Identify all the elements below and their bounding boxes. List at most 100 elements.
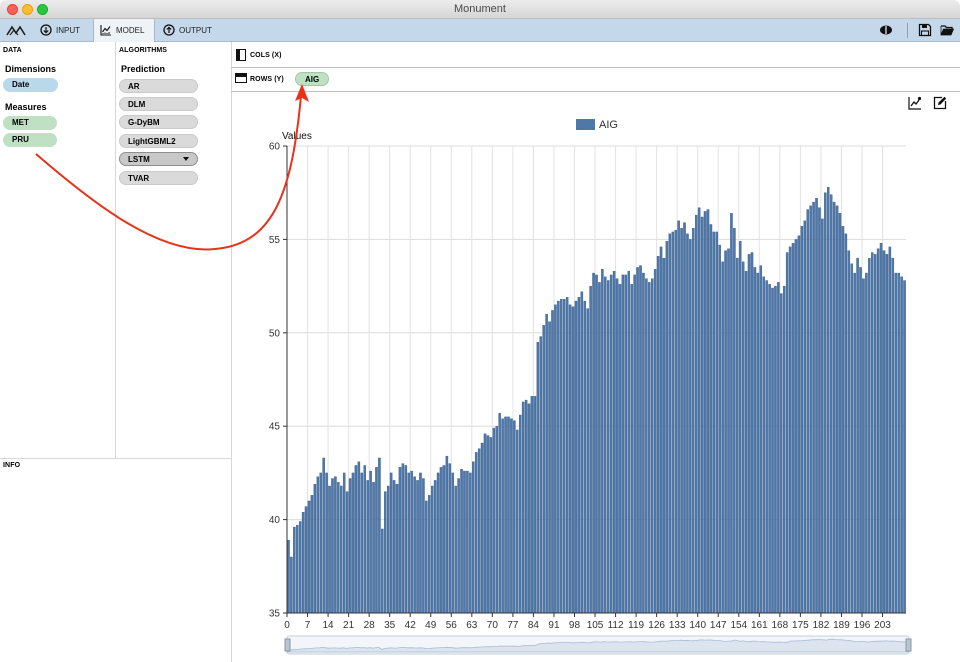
- bar[interactable]: [474, 452, 478, 614]
- bar[interactable]: [451, 472, 455, 614]
- bar[interactable]: [824, 192, 827, 614]
- bar[interactable]: [821, 218, 824, 614]
- bar[interactable]: [445, 455, 449, 614]
- bar[interactable]: [381, 528, 384, 614]
- algorithm-tvar[interactable]: TVAR: [119, 171, 198, 185]
- bar[interactable]: [692, 228, 695, 614]
- bar[interactable]: [583, 300, 587, 614]
- bar[interactable]: [862, 278, 865, 614]
- bar[interactable]: [325, 472, 328, 614]
- bar[interactable]: [337, 482, 340, 614]
- bar[interactable]: [609, 274, 613, 614]
- bar[interactable]: [557, 300, 560, 614]
- bar[interactable]: [375, 467, 378, 614]
- bar[interactable]: [548, 321, 551, 614]
- bar[interactable]: [727, 248, 730, 614]
- bar[interactable]: [642, 272, 645, 614]
- maximize-window-button[interactable]: [37, 4, 48, 15]
- algorithm-g-dybm[interactable]: G-DyBM: [119, 115, 198, 129]
- bar[interactable]: [489, 437, 493, 614]
- bar[interactable]: [389, 472, 393, 614]
- bar[interactable]: [398, 467, 402, 614]
- bar[interactable]: [495, 426, 499, 614]
- bar[interactable]: [771, 287, 774, 614]
- bar[interactable]: [662, 257, 666, 614]
- bar[interactable]: [542, 325, 545, 614]
- bar[interactable]: [313, 483, 317, 614]
- bar[interactable]: [568, 304, 572, 614]
- rows-pill-aig[interactable]: AIG: [295, 72, 329, 86]
- bar[interactable]: [360, 472, 364, 614]
- bar[interactable]: [340, 485, 343, 614]
- bar[interactable]: [756, 272, 760, 614]
- algorithm-lstm[interactable]: LSTM: [119, 152, 198, 166]
- bar[interactable]: [715, 231, 719, 614]
- bar[interactable]: [328, 485, 331, 614]
- minimize-window-button[interactable]: [22, 4, 33, 15]
- bar[interactable]: [357, 461, 361, 614]
- dropdown-caret-icon[interactable]: [183, 157, 189, 161]
- bar[interactable]: [712, 231, 716, 614]
- bar[interactable]: [322, 457, 325, 614]
- bar[interactable]: [530, 396, 534, 614]
- bar[interactable]: [536, 341, 540, 614]
- bar[interactable]: [671, 231, 675, 614]
- bar[interactable]: [650, 278, 654, 614]
- bar[interactable]: [703, 211, 707, 614]
- bar[interactable]: [847, 250, 851, 614]
- bar[interactable]: [290, 556, 293, 614]
- bar[interactable]: [319, 472, 323, 614]
- bar[interactable]: [304, 506, 308, 614]
- bar[interactable]: [648, 282, 651, 614]
- bar[interactable]: [301, 511, 305, 614]
- bar[interactable]: [844, 233, 848, 614]
- edit-icon[interactable]: [933, 96, 947, 110]
- bar[interactable]: [774, 285, 777, 614]
- bar[interactable]: [853, 272, 856, 614]
- bar[interactable]: [891, 257, 895, 614]
- tab-model[interactable]: MODEL: [93, 19, 155, 42]
- bar[interactable]: [838, 213, 842, 614]
- bar[interactable]: [410, 470, 413, 614]
- bar[interactable]: [428, 495, 431, 614]
- bar[interactable]: [404, 465, 408, 614]
- tab-input[interactable]: INPUT: [34, 19, 91, 42]
- bar[interactable]: [425, 500, 428, 614]
- bar[interactable]: [516, 429, 519, 614]
- bar[interactable]: [738, 241, 742, 614]
- bar[interactable]: [287, 539, 290, 614]
- bar[interactable]: [448, 463, 452, 614]
- algorithm-ar[interactable]: AR: [119, 79, 198, 93]
- bar[interactable]: [674, 229, 677, 614]
- bar[interactable]: [606, 280, 610, 614]
- bar[interactable]: [744, 271, 748, 614]
- bar[interactable]: [483, 433, 487, 614]
- bar[interactable]: [486, 435, 490, 614]
- bar[interactable]: [460, 469, 463, 614]
- bar[interactable]: [736, 257, 739, 614]
- bar[interactable]: [832, 201, 836, 614]
- bar[interactable]: [788, 246, 792, 614]
- bar[interactable]: [372, 482, 375, 614]
- bar[interactable]: [469, 472, 472, 614]
- bar[interactable]: [436, 472, 440, 614]
- bar[interactable]: [800, 226, 804, 614]
- bar[interactable]: [510, 418, 513, 614]
- bar[interactable]: [859, 267, 862, 614]
- bar[interactable]: [818, 207, 821, 614]
- bar[interactable]: [615, 278, 619, 614]
- legend-label[interactable]: AIG: [599, 119, 618, 131]
- bar[interactable]: [835, 205, 839, 614]
- bar[interactable]: [894, 272, 897, 614]
- bar[interactable]: [780, 293, 783, 614]
- bar[interactable]: [753, 267, 757, 614]
- bar[interactable]: [348, 478, 352, 614]
- bar[interactable]: [677, 220, 680, 614]
- bar[interactable]: [345, 491, 349, 614]
- bar[interactable]: [413, 476, 416, 614]
- bar[interactable]: [806, 209, 809, 614]
- bar[interactable]: [865, 272, 868, 614]
- bar[interactable]: [601, 269, 604, 614]
- bar[interactable]: [826, 186, 830, 614]
- bar[interactable]: [724, 250, 727, 614]
